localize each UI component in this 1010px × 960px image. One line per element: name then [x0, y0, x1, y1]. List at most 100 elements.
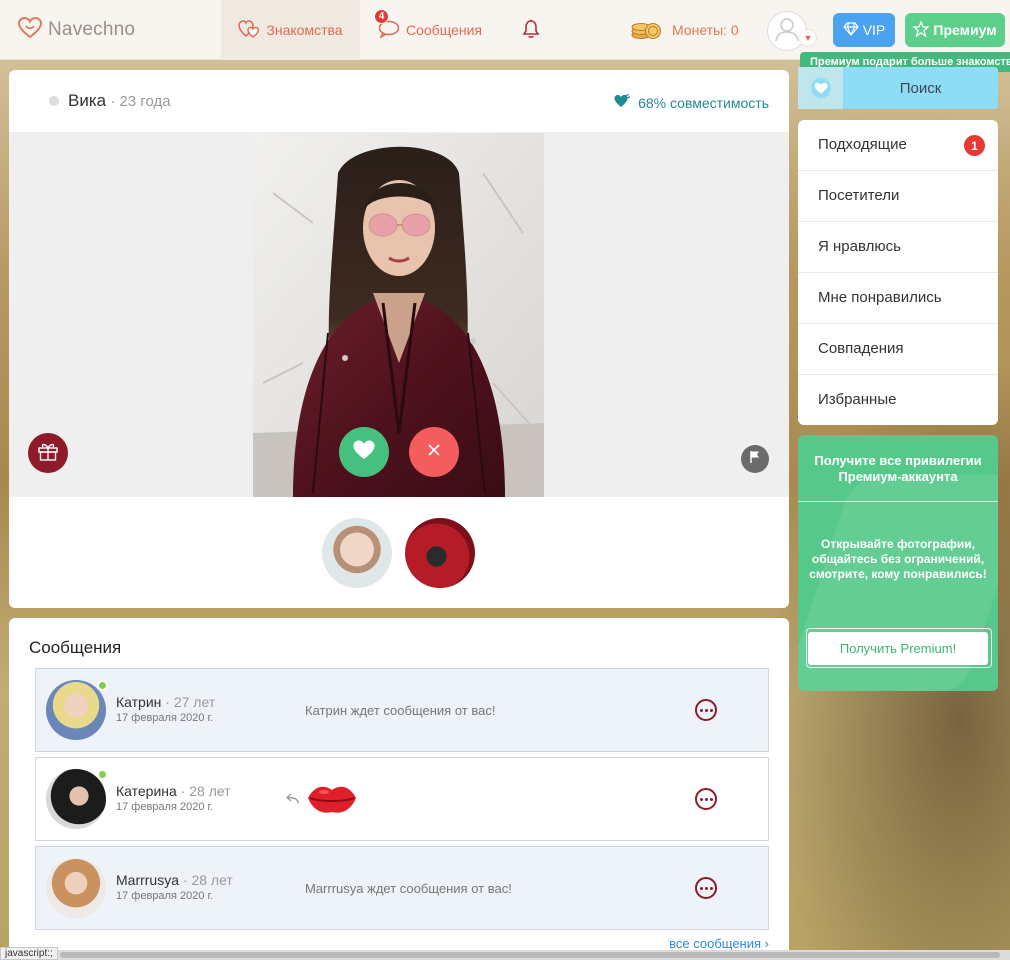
- premium-promo: Получите все привилегии Премиум-аккаунта…: [798, 435, 998, 691]
- sidebar-item-matches[interactable]: Совпадения: [798, 324, 998, 375]
- profile-header: Вика · 23 года 68% совместимость: [9, 70, 789, 132]
- logo-text: Navechno: [48, 19, 136, 40]
- premium-button[interactable]: Премиум: [905, 13, 1005, 47]
- vip-button[interactable]: VIP: [833, 13, 895, 47]
- avatar[interactable]: [46, 858, 106, 918]
- gift-button[interactable]: [28, 433, 68, 473]
- compatibility-label: 68% совместимость: [638, 94, 769, 111]
- profile-age: 23 года: [119, 93, 171, 110]
- message-sender: Marrrusya · 28 лет: [116, 872, 233, 888]
- more-icon[interactable]: [695, 877, 717, 899]
- premium-label: Премиум: [933, 22, 997, 38]
- chevron-down-icon[interactable]: ▼: [800, 30, 816, 46]
- profile-name-line: Вика · 23 года: [68, 91, 171, 111]
- report-button[interactable]: [741, 445, 769, 473]
- message-row-3[interactable]: Marrrusya · 28 лет 17 февраля 2020 г. Ma…: [35, 846, 769, 930]
- logo[interactable]: Navechno: [17, 16, 136, 44]
- search-button[interactable]: Поиск: [798, 67, 998, 109]
- message-sender: Катерина · 28 лет: [116, 783, 231, 799]
- lips-sticker-icon: [306, 782, 358, 821]
- promo-divider: [798, 501, 998, 502]
- star-icon: [912, 19, 931, 40]
- heart-icon: [352, 439, 376, 466]
- sidebar-item-label: Подходящие: [818, 136, 907, 153]
- messages-title: Сообщения: [29, 638, 122, 657]
- browser-status-bar: javascript:;: [0, 947, 58, 960]
- message-preview: Marrrusya ждет сообщения от вас!: [305, 881, 512, 896]
- sender-age: · 28 лет: [182, 872, 233, 888]
- sidebar-item-visitors[interactable]: Посетители: [798, 171, 998, 222]
- hearts-icon: [238, 19, 260, 41]
- sidebar-item-liked-me[interactable]: Я нравлюсь: [798, 222, 998, 273]
- promo-title: Получите все привилегии Премиум-аккаунта: [814, 453, 982, 484]
- message-date: 17 февраля 2020 г.: [116, 890, 214, 902]
- top-bar: Navechno Знакомства 4 Сообщения Монеты: …: [0, 0, 1010, 60]
- nav-notifications[interactable]: [518, 0, 544, 60]
- bell-icon: [522, 19, 540, 42]
- nav-messages-label: Сообщения: [406, 22, 482, 38]
- profile-photo[interactable]: [253, 133, 544, 497]
- sender-name: Marrrusya: [116, 872, 180, 888]
- nav-dating-label: Знакомства: [266, 22, 343, 38]
- coins-icon: [630, 18, 662, 43]
- profile-card: Вика · 23 года 68% совместимость: [9, 70, 789, 608]
- sidebar-item-i-liked[interactable]: Мне понравились: [798, 273, 998, 324]
- messages-badge: 4: [374, 9, 389, 24]
- all-messages-link[interactable]: все сообщения ›: [669, 936, 769, 951]
- horizontal-scrollbar[interactable]: [0, 950, 1010, 960]
- messages-card: Сообщения Катрин · 27 лет 17 февраля 202…: [9, 618, 789, 960]
- heart-logo-icon: [17, 16, 43, 44]
- sidebar-item-favorites[interactable]: Избранные: [798, 375, 998, 425]
- message-sender: Катрин · 27 лет: [116, 694, 215, 710]
- message-date: 17 февраля 2020 г.: [116, 801, 214, 813]
- scrollbar-thumb[interactable]: [60, 952, 1000, 958]
- all-messages-label: все сообщения: [669, 936, 762, 951]
- more-icon[interactable]: [695, 699, 717, 721]
- profile-name: Вика: [68, 91, 107, 110]
- user-avatar[interactable]: [767, 11, 807, 51]
- heart-icon: [798, 67, 843, 109]
- sender-name: Катрин: [116, 694, 162, 710]
- sender-age: · 28 лет: [180, 783, 231, 799]
- sidebar-item-label: Я нравлюсь: [818, 238, 901, 255]
- avatar[interactable]: [46, 680, 106, 740]
- online-status-dot: [97, 680, 108, 691]
- photo-thumbnail-2[interactable]: [405, 518, 475, 588]
- photo-area: [9, 132, 789, 497]
- sender-name: Катерина: [116, 783, 177, 799]
- nav-messages[interactable]: 4 Сообщения: [374, 0, 482, 60]
- photo-thumbnail-1[interactable]: [322, 518, 392, 588]
- message-row-1[interactable]: Катрин · 27 лет 17 февраля 2020 г. Катри…: [35, 668, 769, 752]
- flag-icon: [749, 450, 761, 469]
- dislike-button[interactable]: [409, 427, 459, 477]
- sender-age: · 27 лет: [165, 694, 216, 710]
- heart-compat-icon: [614, 93, 631, 111]
- nav-dating[interactable]: Знакомства: [221, 0, 360, 60]
- offline-status-dot: [49, 96, 59, 106]
- search-label: Поиск: [899, 79, 942, 97]
- chevron-right-icon: ›: [764, 936, 769, 951]
- sidebar-item-label: Мне понравились: [818, 289, 942, 306]
- diamond-icon: [842, 21, 859, 39]
- sidebar-item-label: Избранные: [818, 391, 897, 408]
- message-date: 17 февраля 2020 г.: [116, 712, 214, 724]
- close-icon: [427, 443, 441, 462]
- like-button[interactable]: [339, 427, 389, 477]
- compatibility: 68% совместимость: [614, 93, 769, 111]
- sidebar-item-matching[interactable]: Подходящие 1: [798, 120, 998, 171]
- sidebar-item-label: Посетители: [818, 187, 900, 204]
- message-row-2[interactable]: Катерина · 28 лет 17 февраля 2020 г.: [35, 757, 769, 841]
- promo-text: Открывайте фотографии, общайтесь без огр…: [809, 537, 987, 581]
- matching-badge: 1: [964, 135, 985, 156]
- reply-icon: [285, 791, 300, 809]
- avatar[interactable]: [46, 769, 106, 829]
- more-icon[interactable]: [695, 788, 717, 810]
- nav-coins[interactable]: Монеты: 0: [630, 0, 739, 60]
- online-status-dot: [97, 769, 108, 780]
- get-premium-button[interactable]: Получить Premium!: [808, 632, 988, 665]
- coins-label: Монеты: 0: [672, 22, 739, 38]
- sidebar-item-label: Совпадения: [818, 340, 904, 357]
- gift-icon: [37, 441, 59, 466]
- profile-separator: ·: [106, 93, 120, 110]
- message-preview: Катрин ждет сообщения от вас!: [305, 703, 496, 718]
